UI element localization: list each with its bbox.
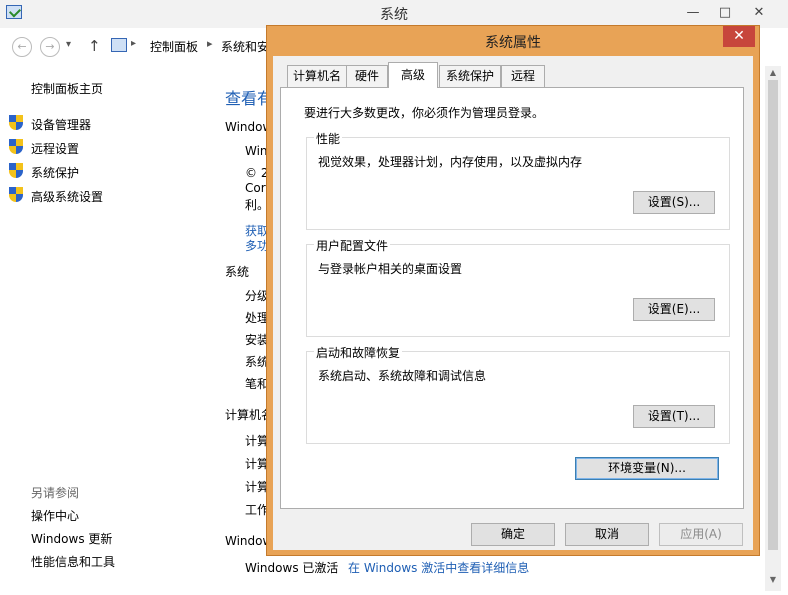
control-panel-icon (111, 38, 127, 52)
windows-update-link[interactable]: Windows 更新 (31, 530, 112, 547)
shield-icon (9, 139, 23, 154)
scroll-thumb[interactable] (768, 80, 778, 550)
breadcrumb-system-security[interactable]: 系统和安 (221, 38, 269, 55)
admin-note: 要进行大多数更改，你必须作为管理员登录。 (304, 106, 545, 120)
action-center-link[interactable]: 操作中心 (31, 507, 79, 524)
system-protection-link[interactable]: 系统保护 (31, 164, 79, 181)
ok-button[interactable]: 确定 (471, 523, 555, 546)
startup-recovery-settings-button[interactable]: 设置(T)... (633, 405, 715, 428)
background-window-title: 系统 (380, 7, 408, 23)
close-icon[interactable]: ✕ (746, 0, 772, 26)
copyright-line: Cor (245, 181, 266, 195)
dialog-title: 系统属性 (485, 35, 541, 51)
user-profiles-settings-button[interactable]: 设置(E)... (633, 298, 715, 321)
apply-button[interactable]: 应用(A) (659, 523, 743, 546)
scroll-up-icon[interactable]: ▲ (765, 68, 781, 77)
cancel-button[interactable]: 取消 (565, 523, 649, 546)
advanced-tab-panel: 要进行大多数更改，你必须作为管理员登录。 性能 视觉效果，处理器计划，内存使用，… (280, 87, 744, 509)
tab-computer-name[interactable]: 计算机名 (287, 65, 347, 87)
startup-recovery-group-label: 启动和故障恢复 (314, 344, 403, 361)
performance-group: 性能 视觉效果，处理器计划，内存使用，以及虚拟内存 设置(S)... (306, 130, 730, 230)
user-profiles-group-label: 用户配置文件 (314, 237, 391, 254)
system-properties-dialog: 系统属性 ✕ 计算机名 硬件 高级 系统保护 远程 要进行大多数更改，你必须作为… (266, 25, 760, 556)
chevron-right-icon[interactable]: ▸ (207, 37, 213, 50)
activation-details-link[interactable]: 在 Windows 激活中查看详细信息 (348, 559, 529, 576)
edition-name: Win (245, 144, 268, 158)
control-panel-home-link[interactable]: 控制面板主页 (31, 80, 103, 97)
system-section-title: 系统 (225, 265, 250, 279)
vertical-scrollbar[interactable]: ▲ ▼ (765, 66, 781, 591)
activation-status: Windows 已激活 (245, 561, 339, 575)
device-manager-link[interactable]: 设备管理器 (31, 116, 91, 133)
see-also-title: 另请参阅 (31, 486, 80, 500)
back-button[interactable]: ← (12, 37, 32, 57)
remote-settings-link[interactable]: 远程设置 (31, 140, 79, 157)
tab-advanced[interactable]: 高级 (388, 62, 438, 88)
shield-icon (9, 163, 23, 178)
history-dropdown-icon[interactable]: ▾ (66, 39, 71, 50)
forward-button[interactable]: → (40, 37, 60, 57)
performance-settings-button[interactable]: 设置(S)... (633, 191, 715, 214)
startup-recovery-description: 系统启动、系统故障和调试信息 (318, 369, 487, 383)
user-profiles-description: 与登录帐户相关的桌面设置 (318, 262, 463, 276)
breadcrumb-control-panel[interactable]: 控制面板 (150, 38, 198, 55)
user-profiles-group: 用户配置文件 与登录帐户相关的桌面设置 设置(E)... (306, 237, 730, 337)
maximize-button[interactable]: □ (712, 0, 738, 26)
dialog-close-button[interactable]: ✕ (723, 26, 755, 47)
performance-group-label: 性能 (314, 130, 343, 147)
dialog-client-area: 计算机名 硬件 高级 系统保护 远程 要进行大多数更改，你必须作为管理员登录。 … (273, 56, 753, 550)
startup-recovery-group: 启动和故障恢复 系统启动、系统故障和调试信息 设置(T)... (306, 344, 730, 444)
background-titlebar: 系统 — □ ✕ (0, 0, 788, 28)
shield-icon (9, 115, 23, 130)
performance-info-link[interactable]: 性能信息和工具 (31, 553, 115, 570)
up-button[interactable]: ↑ (88, 37, 101, 55)
tab-hardware[interactable]: 硬件 (346, 65, 388, 87)
chevron-right-icon[interactable]: ▸ (131, 38, 136, 49)
scroll-down-icon[interactable]: ▼ (765, 575, 781, 584)
environment-variables-button[interactable]: 环境变量(N)... (575, 457, 719, 480)
tab-system-protection[interactable]: 系统保护 (439, 65, 501, 87)
copyright-line: © 2 (245, 166, 269, 180)
advanced-system-settings-link[interactable]: 高级系统设置 (31, 188, 103, 205)
performance-description: 视觉效果，处理器计划，内存使用，以及虚拟内存 (318, 155, 583, 169)
shield-icon (9, 187, 23, 202)
minimize-button[interactable]: — (680, 0, 706, 26)
tab-remote[interactable]: 远程 (501, 65, 545, 87)
